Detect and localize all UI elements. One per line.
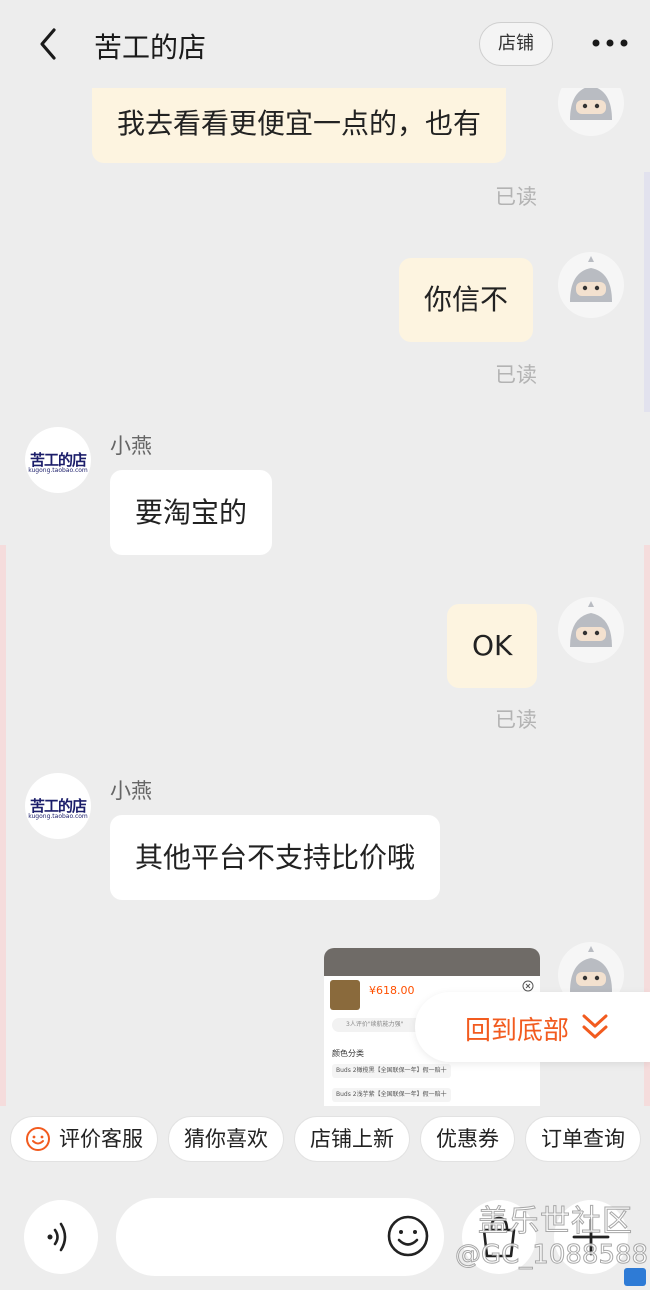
more-button[interactable] — [588, 30, 632, 56]
ninja-avatar-icon — [570, 256, 612, 302]
message-text: 我去看看更便宜一点的，也有 — [117, 107, 482, 140]
chat-header: 苦工的店 店铺 — [0, 0, 650, 88]
back-to-bottom-label: 回到底部 — [465, 1016, 570, 1046]
chip-shop-new[interactable]: 店铺上新 — [294, 1116, 410, 1162]
product-option: Buds 2橄榄黑【全国联保一年】假一赔十 — [332, 1064, 451, 1078]
scroll-indicator[interactable] — [644, 172, 650, 412]
voice-button[interactable] — [24, 1200, 98, 1274]
shop-logo-url: kugong.taobao.com — [28, 813, 88, 820]
product-option: Buds 2浅芋紫【全国联保一年】假一赔十 — [332, 1088, 451, 1102]
more-dots-icon — [592, 39, 628, 47]
edge-tint — [644, 545, 650, 1165]
chip-label: 评价客服 — [59, 1127, 143, 1151]
edge-tint — [0, 545, 6, 1165]
watermark-user: @GC_1088588 — [454, 1240, 649, 1271]
shop-avatar[interactable]: 苦工的店 kugong.taobao.com — [25, 427, 91, 493]
my-avatar[interactable] — [558, 252, 624, 318]
back-to-bottom-button[interactable]: 回到底部 — [415, 992, 650, 1062]
watermark-badge-icon — [624, 1268, 646, 1286]
shop-button[interactable]: 店铺 — [479, 22, 553, 66]
message-bubble-sent[interactable]: 你信不 — [399, 258, 534, 342]
chip-label: 优惠券 — [436, 1127, 499, 1151]
emoji-icon — [387, 1215, 429, 1257]
message-text: 你信不 — [424, 283, 509, 316]
message-bubble-sent[interactable]: 我去看看更便宜一点的，也有 — [92, 84, 507, 163]
ninja-avatar-icon — [570, 601, 612, 647]
product-image-header — [324, 948, 540, 976]
chip-label: 猜你喜欢 — [184, 1127, 268, 1151]
my-avatar[interactable] — [558, 597, 624, 663]
message-text: OK — [472, 629, 513, 662]
read-status: 已读 — [495, 185, 537, 209]
product-thumbnail — [330, 980, 360, 1010]
chip-label: 订单查询 — [541, 1127, 625, 1151]
message-text: 其他平台不支持比价哦 — [135, 841, 416, 874]
message-bubble-received[interactable]: 要淘宝的 — [110, 470, 273, 555]
sender-name: 小燕 — [110, 779, 152, 803]
product-price: ¥618.00 — [369, 984, 415, 997]
read-status: 已读 — [495, 363, 537, 387]
sender-name: 小燕 — [110, 434, 152, 458]
chip-rate-service[interactable]: 评价客服 — [10, 1116, 158, 1162]
voice-icon — [47, 1222, 67, 1252]
watermark-community: 盖乐世社区 — [478, 1204, 633, 1240]
shop-logo-url: kugong.taobao.com — [28, 467, 88, 474]
message-text: 要淘宝的 — [135, 496, 248, 529]
chip-guess-you-like[interactable]: 猜你喜欢 — [168, 1116, 284, 1162]
back-button[interactable] — [30, 24, 70, 64]
chip-label: 店铺上新 — [310, 1127, 394, 1151]
emoji-button[interactable] — [386, 1214, 430, 1258]
chevron-left-icon — [40, 28, 56, 60]
double-chevron-down-icon — [582, 1014, 608, 1039]
product-category-label: 颜色分类 — [332, 1049, 364, 1058]
chip-coupons[interactable]: 优惠券 — [420, 1116, 515, 1162]
message-bubble-sent[interactable]: OK — [447, 604, 538, 688]
read-status: 已读 — [495, 708, 537, 732]
quick-actions-bar: 评价客服 猜你喜欢 店铺上新 优惠券 订单查询 — [0, 1106, 650, 1178]
message-bubble-received[interactable]: 其他平台不支持比价哦 — [110, 815, 441, 900]
chip-order-query[interactable]: 订单查询 — [525, 1116, 641, 1162]
smile-icon — [26, 1127, 50, 1151]
chat-title: 苦工的店 — [94, 31, 207, 64]
shop-avatar[interactable]: 苦工的店 kugong.taobao.com — [25, 773, 91, 839]
close-icon — [522, 980, 534, 992]
